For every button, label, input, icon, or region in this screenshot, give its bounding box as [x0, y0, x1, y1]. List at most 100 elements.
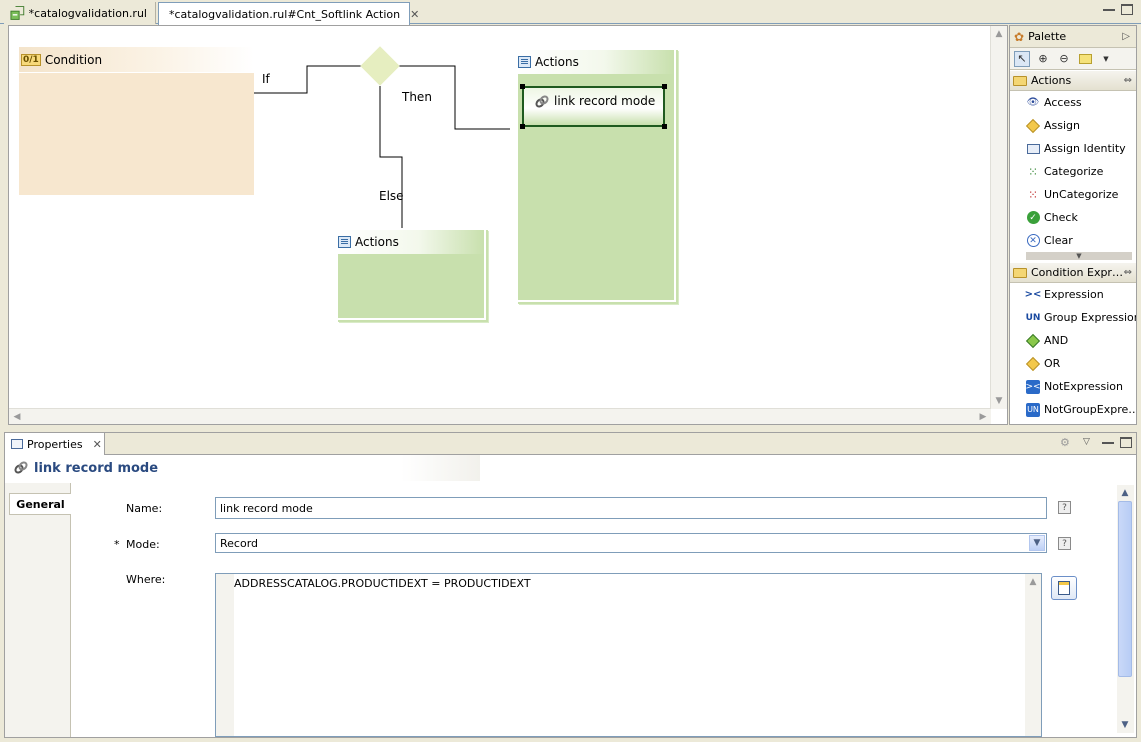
drawer-label: Actions: [1031, 74, 1072, 87]
else-actions-node[interactable]: Actions: [336, 228, 486, 320]
properties-icon: [11, 439, 23, 449]
zoom-in-icon[interactable]: ⊕: [1035, 51, 1051, 67]
palette-drawer-actions[interactable]: Actions ⇔: [1010, 70, 1136, 91]
collapse-icon[interactable]: ⇔: [1124, 267, 1132, 278]
palette-item-label: Expression: [1044, 288, 1104, 301]
palette-item-categorize[interactable]: ⁙ Categorize: [1010, 160, 1136, 183]
check-icon: ✓: [1026, 211, 1040, 225]
properties-body: General Name: link record mode ? * Mode:…: [5, 483, 1136, 737]
scroll-right-icon[interactable]: ▶: [975, 409, 991, 425]
link-icon: [14, 461, 28, 474]
maximize-icon[interactable]: [1121, 4, 1133, 15]
scroll-up-icon[interactable]: ▲: [991, 26, 1007, 42]
canvas-horizontal-scrollbar[interactable]: ◀ ▶: [9, 408, 991, 424]
mode-select[interactable]: Record ▼: [215, 533, 1047, 553]
condition-header: 0/1 Condition: [19, 47, 254, 73]
scroll-down-icon[interactable]: ▼: [1117, 717, 1133, 733]
maximize-icon[interactable]: [1120, 437, 1132, 448]
then-label: Then: [402, 90, 432, 104]
palette-item-check[interactable]: ✓ Check: [1010, 206, 1136, 229]
where-vertical-scrollbar[interactable]: ▲: [1025, 574, 1041, 736]
palette-item-label: Assign Identity: [1044, 142, 1126, 155]
scroll-down-icon[interactable]: ▼: [991, 393, 1007, 409]
palette-item-group-expression[interactable]: UN Group Expression: [1010, 306, 1136, 329]
uncategorize-icon: ⁙: [1027, 187, 1039, 202]
help-icon[interactable]: ?: [1058, 501, 1071, 514]
condition-icon: 0/1: [21, 53, 41, 66]
scroll-left-icon[interactable]: ◀: [9, 409, 25, 425]
resize-handle[interactable]: [662, 84, 667, 89]
group-expression-icon: UN: [1025, 312, 1041, 323]
select-tool-icon[interactable]: ↖: [1014, 50, 1030, 67]
diagram-editor: If Then Else 0/1 Condition Actions link …: [8, 25, 1008, 425]
note-tool-icon[interactable]: [1077, 51, 1093, 67]
not-group-expression-icon: UN: [1026, 402, 1040, 417]
rule-file-icon: [10, 6, 25, 20]
collapse-icon[interactable]: ⇔: [1124, 75, 1132, 86]
folder-icon: [1013, 75, 1027, 86]
palette-item-label: Assign: [1044, 119, 1080, 132]
then-actions-label: Actions: [535, 55, 579, 69]
where-editor[interactable]: ADDRESSCATALOG.PRODUCTIDEXT = PRODUCTIDE…: [215, 573, 1042, 737]
note-dropdown-icon[interactable]: ▼: [1098, 51, 1114, 67]
scrollbar-thumb[interactable]: [1118, 501, 1132, 677]
properties-tab[interactable]: Properties ✕: [5, 433, 105, 455]
palette-item-label: Group Expression: [1044, 311, 1136, 324]
help-icon[interactable]: ?: [1058, 537, 1071, 550]
palette-hide-icon[interactable]: ▷: [1122, 31, 1130, 42]
resize-handle[interactable]: [520, 84, 525, 89]
scroll-up-icon[interactable]: ▲: [1117, 485, 1133, 501]
diagram-canvas[interactable]: If Then Else 0/1 Condition Actions link …: [9, 26, 991, 409]
else-label: Else: [379, 189, 404, 203]
palette-item-label: UnCategorize: [1044, 188, 1119, 201]
else-actions-header: Actions: [338, 230, 484, 254]
actions-icon: [518, 56, 531, 68]
palette-item-assign-identity[interactable]: Assign Identity: [1010, 137, 1136, 160]
close-tab-icon[interactable]: ✕: [410, 8, 419, 21]
chevron-down-icon[interactable]: ▼: [1029, 535, 1045, 551]
palette-item-clear[interactable]: ✕ Clear: [1010, 229, 1136, 252]
link-record-mode-node[interactable]: link record mode: [520, 84, 667, 129]
palette-item-not-group-expression[interactable]: UN NotGroupExpre…: [1010, 398, 1136, 421]
more-items-icon[interactable]: ▼: [1026, 252, 1132, 260]
palette-item-assign[interactable]: Assign: [1010, 114, 1136, 137]
resize-handle[interactable]: [662, 124, 667, 129]
editor-tab-softlink-action[interactable]: *catalogvalidation.rul#Cnt_Softlink Acti…: [158, 2, 419, 25]
resize-handle[interactable]: [520, 124, 525, 129]
palette-item-or[interactable]: OR: [1010, 352, 1136, 375]
palette: ✿ Palette ▷ ↖ ⊕ ⊖ ▼ Actions ⇔ 👁 Access A…: [1009, 25, 1137, 425]
pin-view-icon[interactable]: ⚙: [1060, 436, 1070, 449]
palette-item-expression[interactable]: >< Expression: [1010, 283, 1136, 306]
document-icon: [1058, 581, 1070, 595]
canvas-vertical-scrollbar[interactable]: ▲ ▼: [990, 26, 1007, 409]
mode-required-marker: *: [114, 538, 120, 551]
zoom-out-icon[interactable]: ⊖: [1056, 51, 1072, 67]
palette-item-uncategorize[interactable]: ⁙ UnCategorize: [1010, 183, 1136, 206]
palette-header[interactable]: ✿ Palette ▷: [1010, 26, 1136, 48]
palette-item-label: Categorize: [1044, 165, 1104, 178]
actions-icon: [338, 236, 351, 248]
editor-tab-catalogvalidation[interactable]: *catalogvalidation.rul: [4, 2, 156, 24]
palette-item-access[interactable]: 👁 Access: [1010, 91, 1136, 114]
or-icon: [1025, 356, 1041, 371]
name-field[interactable]: link record mode: [215, 497, 1047, 519]
properties-vertical-scrollbar[interactable]: ▲ ▼: [1117, 485, 1134, 733]
properties-tabbar: Properties ✕ ⚙ ▽: [5, 433, 1136, 455]
where-expression-text: ADDRESSCATALOG.PRODUCTIDEXT = PRODUCTIDE…: [234, 577, 531, 590]
section-tab-general[interactable]: General: [9, 493, 71, 515]
palette-drawer-condition-expressions[interactable]: Condition Expr… ⇔: [1010, 262, 1136, 283]
folder-icon: [1013, 267, 1027, 278]
scroll-up-icon[interactable]: ▲: [1025, 574, 1041, 590]
condition-node[interactable]: 0/1 Condition: [19, 47, 254, 195]
expression-icon: ><: [1024, 289, 1042, 300]
palette-item-and[interactable]: AND: [1010, 329, 1136, 352]
view-menu-icon[interactable]: ▽: [1083, 437, 1090, 447]
expression-builder-button[interactable]: [1051, 576, 1077, 600]
minimize-icon[interactable]: [1102, 437, 1114, 444]
else-actions-label: Actions: [355, 235, 399, 249]
properties-title: link record mode: [34, 460, 159, 476]
and-icon: [1025, 333, 1041, 348]
palette-item-not-expression[interactable]: >< NotExpression: [1010, 375, 1136, 398]
close-tab-icon[interactable]: ✕: [93, 438, 102, 451]
minimize-icon[interactable]: [1103, 4, 1115, 11]
